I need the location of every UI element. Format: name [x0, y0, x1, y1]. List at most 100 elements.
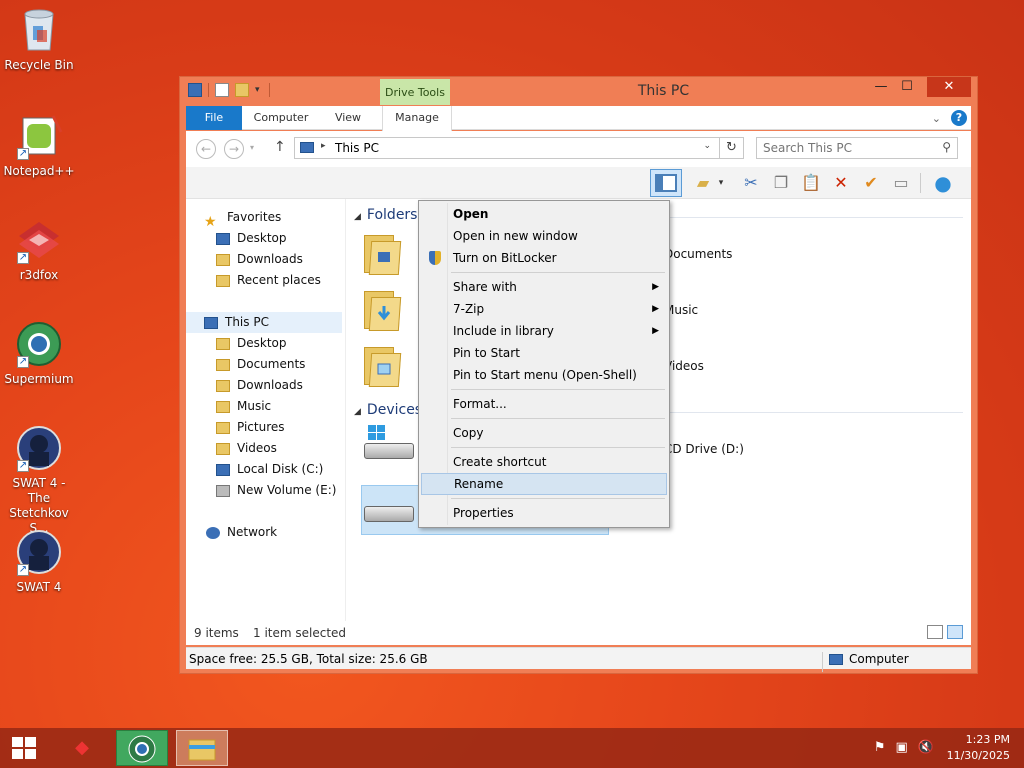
menu-separator [451, 447, 665, 448]
address-bar[interactable]: ▸ This PC ⌄ [294, 137, 720, 159]
desktop-icon-r3dfox[interactable]: ↗ r3dfox [1, 216, 77, 283]
taskbar-file-explorer-icon[interactable] [176, 730, 228, 766]
paste-icon[interactable]: 📋 [798, 171, 824, 195]
title-bar[interactable]: ▾ Drive Tools This PC — ☐ ✕ [180, 77, 977, 105]
nav-pc-music[interactable]: Music [216, 396, 271, 417]
nav-favorites[interactable]: ★ Favorites [204, 207, 281, 230]
forward-button[interactable]: → [224, 139, 244, 159]
cut-icon[interactable]: ✂ [738, 171, 764, 195]
desktop-icon-supermium[interactable]: ↗ Supermium [1, 320, 77, 387]
nav-fav-downloads[interactable]: Downloads [216, 249, 303, 270]
check-icon[interactable]: ✔ [858, 171, 884, 195]
network-icon [206, 526, 220, 539]
menu-item-share-with[interactable]: Share with ▶ [421, 276, 667, 298]
taskbar-supermium-icon[interactable] [116, 730, 168, 766]
group-header-folders[interactable]: ◢ Folders [354, 207, 417, 223]
device-label-cd-drive[interactable]: CD Drive (D:) [664, 442, 744, 456]
search-box[interactable]: ⚲ [756, 137, 958, 159]
properties-icon[interactable] [215, 83, 229, 97]
menu-separator [451, 418, 665, 419]
address-dropdown-icon[interactable]: ⌄ [703, 141, 711, 151]
action-center-flag-icon[interactable]: ⚑ [874, 740, 886, 755]
downloads-folder-icon[interactable] [364, 287, 402, 331]
nav-pc-videos[interactable]: Videos [216, 438, 277, 459]
clock[interactable]: 1:23 PM 11/30/2025 [947, 732, 1010, 764]
menu-item-format[interactable]: Format... [421, 393, 667, 415]
system-tray: ⚑ ▣ 🔇 [874, 740, 934, 755]
shortcut-arrow-icon: ↗ [17, 356, 29, 368]
nav-pc-documents[interactable]: Documents [216, 354, 305, 375]
local-disk-drive-icon[interactable] [364, 425, 416, 461]
help-icon[interactable]: ? [951, 110, 967, 126]
nav-pc-pictures[interactable]: Pictures [216, 417, 285, 438]
menu-item-create-shortcut[interactable]: Create shortcut [421, 451, 667, 473]
desktop-icon-label: SWAT 4 [16, 580, 62, 594]
folder-options-dropdown-icon[interactable]: ▾ [716, 171, 726, 195]
recycle-bin-icon [15, 6, 63, 54]
this-pc-icon [300, 142, 314, 153]
nav-pc-downloads[interactable]: Downloads [216, 375, 303, 396]
tab-file[interactable]: File [186, 106, 242, 130]
nav-network[interactable]: Network [206, 522, 277, 543]
shortcut-arrow-icon: ↗ [17, 564, 29, 576]
rename-icon[interactable]: ▭ [888, 171, 914, 195]
nav-pc-desktop[interactable]: Desktop [216, 333, 287, 354]
delete-icon[interactable]: ✕ [828, 171, 854, 195]
documents-folder-icon[interactable] [364, 231, 402, 275]
volume-muted-icon[interactable]: 🔇 [918, 740, 934, 755]
desktop-icon-recycle-bin[interactable]: Recycle Bin [1, 6, 77, 73]
qat-dropdown-icon[interactable]: ▾ [255, 86, 263, 95]
search-icon[interactable]: ⚲ [942, 140, 951, 154]
tab-manage[interactable]: Manage [382, 106, 452, 131]
menu-item-pin-start[interactable]: Pin to Start [421, 342, 667, 364]
nav-pc-new-volume[interactable]: New Volume (E:) [216, 480, 336, 501]
menu-item-open[interactable]: Open [421, 203, 667, 225]
drive-icon [216, 484, 230, 497]
menu-item-include-library[interactable]: Include in library ▶ [421, 320, 667, 342]
menu-item-copy[interactable]: Copy [421, 422, 667, 444]
taskbar-r3dfox-icon[interactable]: ◆ [56, 730, 108, 766]
selection-count: 1 item selected [253, 626, 347, 640]
group-header-devices[interactable]: ◢ Devices [354, 402, 422, 418]
new-folder-icon[interactable] [235, 83, 249, 97]
minimize-button[interactable]: — [867, 77, 895, 97]
refresh-button[interactable]: ↻ [720, 137, 744, 159]
breadcrumb-chevron-icon[interactable]: ▸ [321, 141, 326, 151]
back-button[interactable]: ← [196, 139, 216, 159]
maximize-button[interactable]: ☐ [893, 77, 921, 97]
r3dfox-icon: ↗ [15, 216, 63, 264]
nav-pc-local-disk[interactable]: Local Disk (C:) [216, 459, 323, 480]
nav-fav-desktop[interactable]: Desktop [216, 228, 287, 249]
network-tray-icon[interactable]: ▣ [896, 740, 908, 755]
close-button[interactable]: ✕ [927, 77, 971, 97]
shell-icon[interactable]: ● [930, 171, 956, 195]
desktop-icon-swat4-stetchkov[interactable]: ↗ SWAT 4 - The Stetchkov S... [1, 424, 77, 536]
menu-item-pin-start-openshell[interactable]: Pin to Start menu (Open-Shell) [421, 364, 667, 386]
desktop-icon-swat4[interactable]: ↗ SWAT 4 [1, 528, 77, 595]
clock-date: 11/30/2025 [946, 749, 1010, 762]
details-view-icon[interactable] [927, 625, 943, 639]
menu-item-7zip[interactable]: 7-Zip ▶ [421, 298, 667, 320]
tiles-view-icon[interactable] [947, 625, 963, 639]
pictures-folder-icon[interactable] [364, 343, 402, 387]
recent-locations-dropdown-icon[interactable]: ▾ [250, 143, 254, 152]
search-input[interactable] [763, 141, 933, 155]
menu-item-rename[interactable]: Rename [421, 473, 667, 495]
nav-this-pc[interactable]: This PC [186, 312, 342, 333]
menu-item-bitlocker[interactable]: Turn on BitLocker [421, 247, 667, 269]
toolbar: ▰ ▾ ✂ ❐ 📋 ✕ ✔ ▭ ● [186, 167, 971, 199]
navigation-pane-button[interactable] [650, 169, 682, 197]
nav-fav-recent[interactable]: Recent places [216, 270, 321, 291]
start-button[interactable] [6, 736, 42, 762]
documents-folder-icon [216, 358, 230, 371]
folder-label-documents[interactable]: Documents [664, 247, 732, 261]
tab-view[interactable]: View [320, 106, 376, 130]
folder-options-icon[interactable]: ▰ [690, 171, 716, 195]
up-button[interactable]: ↑ [274, 139, 286, 155]
desktop-icon-notepad[interactable]: ↗ Notepad++ [1, 112, 77, 179]
menu-item-properties[interactable]: Properties [421, 502, 667, 524]
copy-icon[interactable]: ❐ [768, 171, 794, 195]
menu-item-open-new-window[interactable]: Open in new window [421, 225, 667, 247]
tab-computer[interactable]: Computer [248, 106, 314, 130]
expand-ribbon-icon[interactable]: ⌄ [932, 112, 941, 125]
